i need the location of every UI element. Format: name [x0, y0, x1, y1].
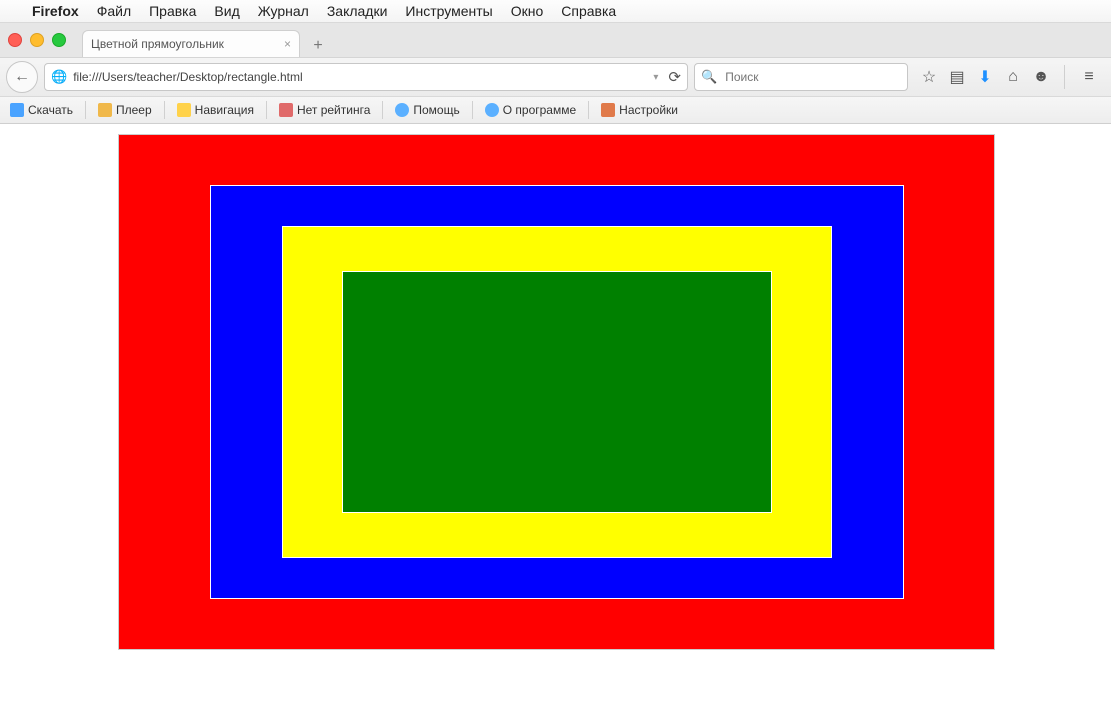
help-addon-icon	[395, 103, 409, 117]
menu-edit[interactable]: Правка	[149, 3, 196, 19]
menu-button[interactable]: ≡	[1079, 62, 1099, 92]
addon-help[interactable]: Помощь	[389, 101, 465, 119]
settings-addon-icon	[601, 103, 615, 117]
addon-separator	[588, 101, 589, 119]
account-icon[interactable]: ☻	[1032, 68, 1050, 86]
menu-window[interactable]: Окно	[511, 3, 544, 19]
window-close-button[interactable]	[8, 33, 22, 47]
addon-separator	[472, 101, 473, 119]
addon-about[interactable]: О программе	[479, 101, 582, 119]
arrow-left-icon: ←	[14, 68, 30, 86]
rectangle-green	[342, 271, 772, 513]
home-icon[interactable]: ⌂	[1004, 68, 1022, 86]
bookmark-star-icon[interactable]: ☆	[920, 67, 938, 87]
reload-button[interactable]: ⟳	[668, 68, 681, 86]
tabstrip: Цветной прямоугольник × +	[0, 23, 1111, 57]
addon-rating[interactable]: Нет рейтинга	[273, 101, 376, 119]
menu-tools[interactable]: Инструменты	[405, 3, 492, 19]
addon-label: Плеер	[116, 103, 152, 117]
browser-tab[interactable]: Цветной прямоугольник ×	[82, 30, 300, 57]
addon-separator	[85, 101, 86, 119]
url-bar[interactable]: 🌐 file:///Users/teacher/Desktop/rectangl…	[44, 63, 688, 91]
rectangle-blue	[210, 185, 904, 599]
app-name[interactable]: Firefox	[32, 3, 79, 19]
new-tab-button[interactable]: +	[306, 35, 330, 57]
search-bar[interactable]: 🔍	[694, 63, 908, 91]
downloads-icon[interactable]: ⬇	[976, 67, 994, 87]
globe-icon: 🌐	[51, 69, 67, 85]
browser-chrome: Цветной прямоугольник × + ← 🌐 file:///Us…	[0, 23, 1111, 124]
toolbar-icons: ☆ ▤ ⬇ ⌂ ☻ ≡	[914, 62, 1105, 92]
about-addon-icon	[485, 103, 499, 117]
addon-settings[interactable]: Настройки	[595, 101, 684, 119]
window-minimize-button[interactable]	[30, 33, 44, 47]
toolbar-separator	[1064, 65, 1065, 89]
addon-label: Настройки	[619, 103, 678, 117]
search-input[interactable]	[723, 69, 901, 85]
window-controls	[8, 33, 66, 47]
tab-close-button[interactable]: ×	[284, 37, 291, 51]
url-text: file:///Users/teacher/Desktop/rectangle.…	[73, 70, 643, 84]
addon-separator	[382, 101, 383, 119]
macos-menubar: Firefox Файл Правка Вид Журнал Закладки …	[0, 0, 1111, 23]
menu-history[interactable]: Журнал	[258, 3, 309, 19]
addon-download[interactable]: Скачать	[4, 101, 79, 119]
addon-label: Помощь	[413, 103, 459, 117]
page-viewport	[0, 124, 1111, 706]
addon-label: О программе	[503, 103, 576, 117]
addon-player[interactable]: Плеер	[92, 101, 158, 119]
addon-bar: Скачать Плеер Навигация Нет рейтинга Пом…	[0, 96, 1111, 123]
rectangle-red	[118, 134, 995, 650]
menu-file[interactable]: Файл	[97, 3, 131, 19]
addon-label: Скачать	[28, 103, 73, 117]
search-icon: 🔍	[701, 69, 717, 85]
url-dropdown-icon[interactable]: ▾	[649, 72, 662, 83]
menu-help[interactable]: Справка	[561, 3, 616, 19]
addon-navigation[interactable]: Навигация	[171, 101, 260, 119]
navbar: ← 🌐 file:///Users/teacher/Desktop/rectan…	[0, 57, 1111, 96]
window-zoom-button[interactable]	[52, 33, 66, 47]
rating-addon-icon	[279, 103, 293, 117]
tab-title: Цветной прямоугольник	[91, 37, 224, 51]
reader-icon[interactable]: ▤	[948, 67, 966, 87]
menu-view[interactable]: Вид	[214, 3, 239, 19]
navigation-addon-icon	[177, 103, 191, 117]
addon-label: Нет рейтинга	[297, 103, 370, 117]
addon-separator	[164, 101, 165, 119]
download-addon-icon	[10, 103, 24, 117]
back-button[interactable]: ←	[6, 61, 38, 93]
addon-separator	[266, 101, 267, 119]
addon-label: Навигация	[195, 103, 254, 117]
player-addon-icon	[98, 103, 112, 117]
menu-bookmarks[interactable]: Закладки	[327, 3, 388, 19]
rectangle-yellow	[282, 226, 832, 558]
